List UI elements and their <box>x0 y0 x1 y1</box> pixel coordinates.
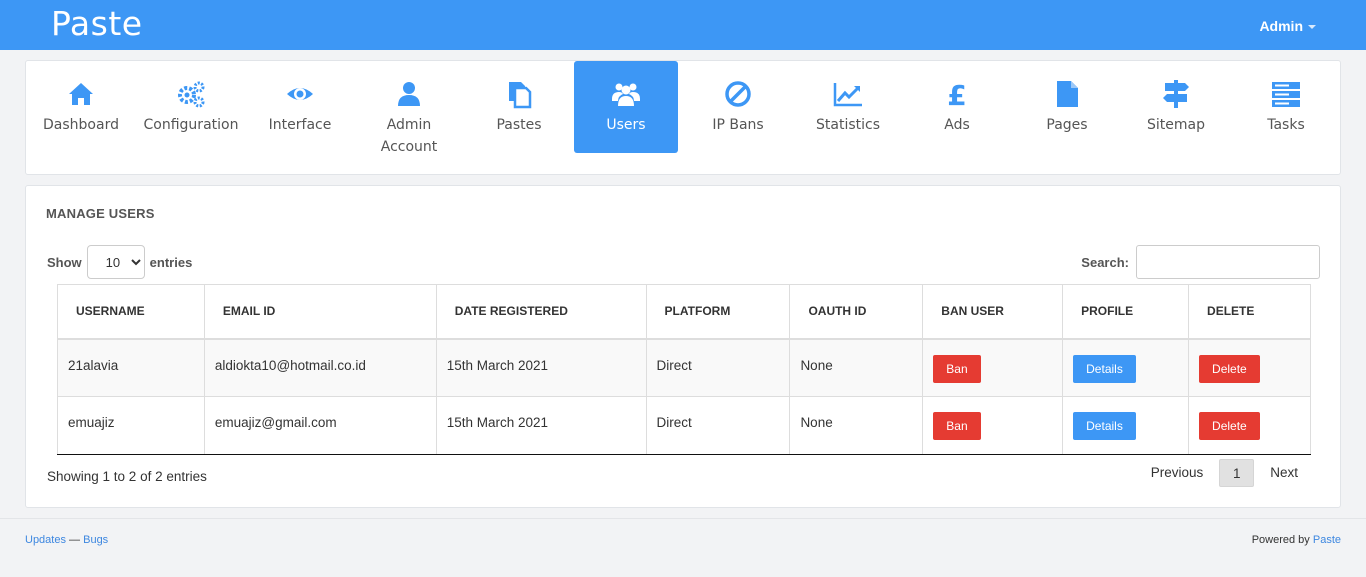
footer-credit: Powered by Paste <box>1252 534 1341 546</box>
nav-item-ads[interactable]: £ Ads <box>905 61 1009 153</box>
admin-nav-panel: Dashboard Configuration Interface Admin … <box>25 60 1341 175</box>
server-icon <box>1272 82 1300 107</box>
admin-dropdown-label: Admin <box>1259 18 1303 34</box>
nav-item-pastes[interactable]: Pastes <box>467 61 571 153</box>
footer-links: Updates — Bugs <box>25 534 108 546</box>
cell-delete: Delete <box>1188 338 1311 397</box>
column-header-profile[interactable]: PROFILE <box>1062 284 1190 340</box>
nav-label: Sitemap <box>1147 117 1205 133</box>
cell-platform: Direct <box>645 396 791 455</box>
cell-username: 21alavia <box>57 338 205 397</box>
cell-email: aldiokta10@hotmail.co.id <box>203 338 437 397</box>
table-header-row: USERNAME EMAIL ID DATE REGISTERED PLATFO… <box>57 284 1311 340</box>
nav-label: Configuration <box>143 117 239 133</box>
admin-dropdown[interactable]: Admin <box>1259 18 1316 34</box>
signpost-icon <box>1163 80 1189 108</box>
details-button[interactable]: Details <box>1073 412 1136 440</box>
delete-button[interactable]: Delete <box>1199 412 1260 440</box>
nav-label: Pastes <box>496 117 542 133</box>
eye-icon <box>287 88 313 100</box>
nav-item-sitemap[interactable]: Sitemap <box>1124 61 1228 153</box>
nav-label: Tasks <box>1267 117 1305 133</box>
caret-down-icon <box>1308 25 1316 30</box>
svg-text:£: £ <box>947 79 966 109</box>
nav-label: Dashboard <box>43 117 119 133</box>
nav-item-dashboard[interactable]: Dashboard <box>29 61 133 153</box>
nav-item-statistics[interactable]: Statistics <box>796 61 900 153</box>
cell-oauth: None <box>789 338 924 397</box>
line-chart-icon <box>833 83 862 107</box>
nav-label: Pages <box>1046 117 1088 133</box>
ban-button[interactable]: Ban <box>933 354 981 383</box>
file-icon <box>1057 81 1078 107</box>
user-icon <box>398 82 420 106</box>
users-icon <box>612 83 640 106</box>
nav-item-ip-bans[interactable]: IP Bans <box>686 61 790 153</box>
column-header-platform[interactable]: PLATFORM <box>645 284 791 340</box>
files-icon <box>509 82 532 109</box>
details-button[interactable]: Details <box>1073 354 1136 383</box>
cell-ban: Ban <box>922 338 1064 397</box>
delete-button[interactable]: Delete <box>1199 354 1260 383</box>
previous-page-button[interactable]: Previous <box>1141 459 1214 487</box>
column-header-date[interactable]: DATE REGISTERED <box>435 284 647 340</box>
column-header-ban[interactable]: BAN USER <box>922 284 1064 340</box>
nav-label: IP Bans <box>712 117 764 133</box>
cell-platform: Direct <box>645 338 791 397</box>
search-label: Search: <box>1081 254 1129 270</box>
card-title: MANAGE USERS <box>46 206 155 221</box>
cell-date: 15th March 2021 <box>435 396 647 455</box>
home-icon <box>69 83 93 105</box>
column-header-username[interactable]: USERNAME <box>57 284 205 340</box>
nav-label: Interface <box>268 117 332 133</box>
table-info: Showing 1 to 2 of 2 entries <box>47 469 207 484</box>
column-header-delete[interactable]: DELETE <box>1188 284 1311 340</box>
cell-email: emuajiz@gmail.com <box>203 396 437 455</box>
cell-profile: Details <box>1062 338 1190 397</box>
bugs-link[interactable]: Bugs <box>83 534 108 546</box>
paste-link[interactable]: Paste <box>1313 534 1341 546</box>
cell-username: emuajiz <box>57 396 205 455</box>
cell-date: 15th March 2021 <box>435 338 647 397</box>
nav-label: Ads <box>944 117 970 133</box>
table-row: 21alavia aldiokta10@hotmail.co.id 15th M… <box>57 338 1311 397</box>
show-label: Show <box>47 254 82 270</box>
page-1-button[interactable]: 1 <box>1219 459 1255 487</box>
cell-profile: Details <box>1062 396 1190 455</box>
nav-item-tasks[interactable]: Tasks <box>1234 61 1338 153</box>
column-header-oauth[interactable]: OAUTH ID <box>789 284 924 340</box>
powered-by-label: Powered by <box>1251 534 1313 546</box>
search-control: Search: <box>1081 245 1320 279</box>
nav-label: Admin Account <box>380 117 438 155</box>
ban-button[interactable]: Ban <box>933 412 981 440</box>
nav-item-interface[interactable]: Interface <box>248 61 352 153</box>
nav-item-configuration[interactable]: Configuration <box>139 61 243 153</box>
pound-icon: £ <box>947 79 966 109</box>
cell-ban: Ban <box>922 396 1064 455</box>
entries-label: entries <box>149 254 193 270</box>
nav-item-users[interactable]: Users <box>574 61 678 153</box>
length-control: Show 10 entries <box>47 245 192 279</box>
ban-icon <box>725 81 751 107</box>
updates-link[interactable]: Updates <box>25 534 66 546</box>
gears-icon <box>178 81 205 108</box>
table-row: emuajiz emuajiz@gmail.com 15th March 202… <box>57 396 1311 455</box>
top-navbar: Paste Admin <box>0 0 1366 50</box>
nav-item-pages[interactable]: Pages <box>1015 61 1119 153</box>
cell-delete: Delete <box>1188 396 1311 455</box>
users-table: USERNAME EMAIL ID DATE REGISTERED PLATFO… <box>57 284 1311 455</box>
nav-item-admin-account[interactable]: Admin Account <box>357 61 461 155</box>
footer-separator: — <box>65 534 84 546</box>
cell-oauth: None <box>789 396 924 455</box>
pagination: Previous 1 Next <box>1141 459 1308 487</box>
search-input[interactable] <box>1136 245 1320 279</box>
manage-users-card: MANAGE USERS Show 10 entries Search: USE… <box>25 185 1341 508</box>
entries-length-select[interactable]: 10 <box>86 245 145 279</box>
next-page-button[interactable]: Next <box>1260 459 1308 487</box>
nav-label: Users <box>606 117 646 133</box>
brand-logo[interactable]: Paste <box>51 4 143 43</box>
column-header-email[interactable]: EMAIL ID <box>203 284 437 340</box>
footer-divider <box>0 518 1366 519</box>
nav-label: Statistics <box>816 117 880 133</box>
